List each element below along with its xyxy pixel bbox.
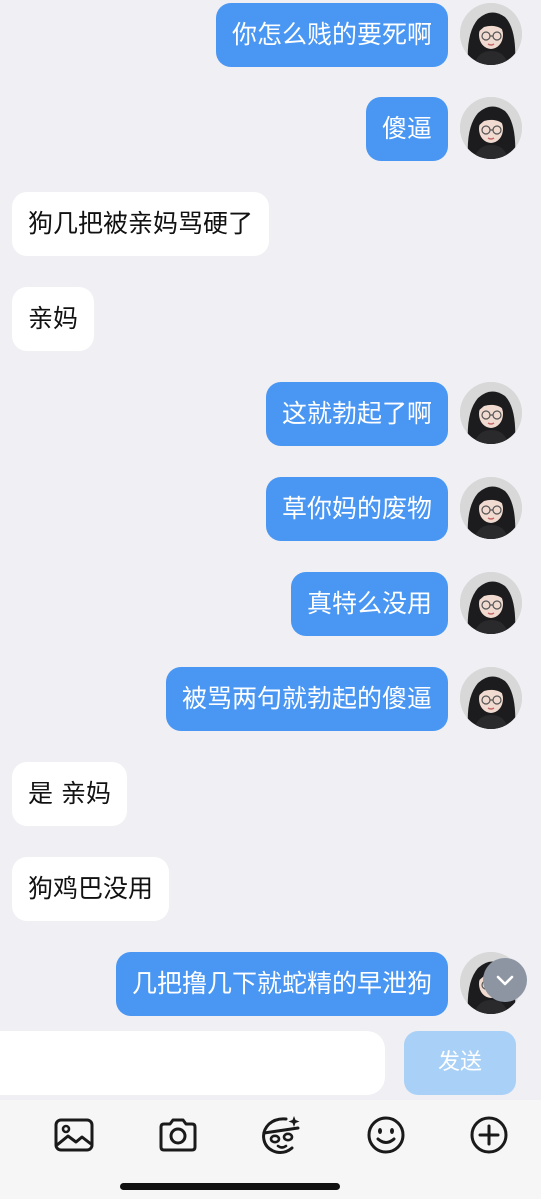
chat-message-list[interactable]: 你怎么贱的要死啊 傻逼 狗几把被亲妈骂硬了 亲妈 这就勃起了啊 草你妈的废物 真… bbox=[0, 0, 541, 1022]
message-row-outgoing: 这就勃起了啊 bbox=[0, 382, 541, 446]
plus-circle-icon bbox=[470, 1116, 508, 1154]
camera-button[interactable] bbox=[155, 1112, 201, 1158]
message-row-outgoing: 几把撸几下就蛇精的早泄狗 bbox=[0, 952, 541, 1016]
camera-icon bbox=[159, 1118, 197, 1152]
portrait-image bbox=[460, 382, 522, 444]
portrait-image bbox=[460, 572, 522, 634]
more-button[interactable] bbox=[466, 1112, 512, 1158]
image-icon bbox=[54, 1118, 94, 1152]
scroll-to-bottom-button[interactable] bbox=[483, 958, 527, 1002]
portrait-image bbox=[460, 3, 522, 65]
avatar[interactable] bbox=[460, 667, 522, 729]
message-bubble-outgoing[interactable]: 几把撸几下就蛇精的早泄狗 bbox=[115, 952, 448, 1016]
message-row-outgoing: 草你妈的废物 bbox=[0, 477, 541, 541]
home-indicator[interactable] bbox=[120, 1183, 340, 1190]
avatar[interactable] bbox=[460, 382, 522, 444]
sticker-icon bbox=[262, 1116, 300, 1154]
emoji-icon bbox=[367, 1116, 405, 1154]
message-bubble-incoming[interactable]: 亲妈 bbox=[12, 287, 95, 351]
message-row-outgoing: 真特么没用 bbox=[0, 572, 541, 636]
avatar[interactable] bbox=[460, 572, 522, 634]
portrait-image bbox=[460, 97, 522, 159]
send-button[interactable]: 发送 bbox=[404, 1031, 516, 1095]
composer-bar: 发送 bbox=[0, 1022, 541, 1100]
message-bubble-outgoing[interactable]: 这就勃起了啊 bbox=[265, 382, 448, 446]
message-row-incoming: 狗鸡巴没用 bbox=[0, 857, 541, 921]
message-bubble-outgoing[interactable]: 你怎么贱的要死啊 bbox=[215, 3, 448, 67]
chevron-down-icon bbox=[496, 975, 514, 986]
image-button[interactable] bbox=[51, 1112, 97, 1158]
avatar[interactable] bbox=[460, 3, 522, 65]
message-row-incoming: 狗几把被亲妈骂硬了 bbox=[0, 192, 541, 256]
avatar[interactable] bbox=[460, 97, 522, 159]
message-bubble-outgoing[interactable]: 真特么没用 bbox=[290, 572, 448, 636]
emoji-button[interactable] bbox=[363, 1112, 409, 1158]
message-row-outgoing: 被骂两句就勃起的傻逼 bbox=[0, 667, 541, 731]
message-row-outgoing: 傻逼 bbox=[0, 97, 541, 161]
portrait-image bbox=[460, 477, 522, 539]
message-bubble-incoming[interactable]: 是 亲妈 bbox=[12, 762, 127, 826]
sticker-button[interactable] bbox=[258, 1112, 304, 1158]
message-input[interactable] bbox=[0, 1031, 385, 1095]
portrait-image bbox=[460, 667, 522, 729]
message-row-incoming: 是 亲妈 bbox=[0, 762, 541, 826]
message-bubble-outgoing[interactable]: 傻逼 bbox=[365, 97, 448, 161]
message-bubble-outgoing[interactable]: 被骂两句就勃起的傻逼 bbox=[165, 667, 448, 731]
message-bubble-incoming[interactable]: 狗鸡巴没用 bbox=[12, 857, 170, 921]
message-row-outgoing: 你怎么贱的要死啊 bbox=[0, 3, 541, 67]
message-row-incoming: 亲妈 bbox=[0, 287, 541, 351]
message-bubble-outgoing[interactable]: 草你妈的废物 bbox=[265, 477, 448, 541]
avatar[interactable] bbox=[460, 477, 522, 539]
message-bubble-incoming[interactable]: 狗几把被亲妈骂硬了 bbox=[12, 192, 270, 256]
